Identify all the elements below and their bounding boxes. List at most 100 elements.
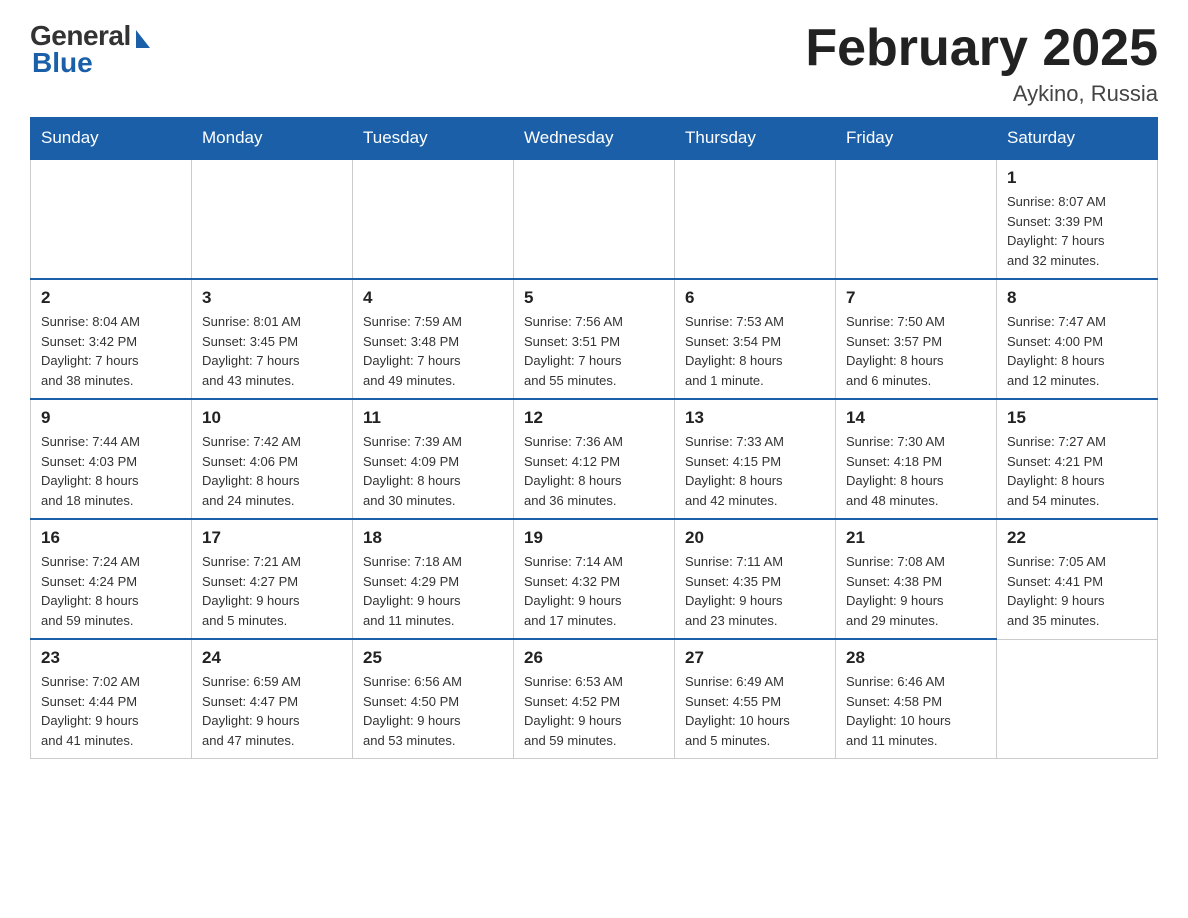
day-info: Sunrise: 7:44 AM Sunset: 4:03 PM Dayligh…: [41, 432, 181, 510]
calendar-cell: [675, 159, 836, 279]
day-info: Sunrise: 7:50 AM Sunset: 3:57 PM Dayligh…: [846, 312, 986, 390]
day-info: Sunrise: 7:27 AM Sunset: 4:21 PM Dayligh…: [1007, 432, 1147, 510]
calendar-week-4: 16 Sunrise: 7:24 AM Sunset: 4:24 PM Dayli…: [31, 519, 1158, 639]
calendar-cell: 22 Sunrise: 7:05 AM Sunset: 4:41 PM Dayli…: [997, 519, 1158, 639]
calendar-cell: 19 Sunrise: 7:14 AM Sunset: 4:32 PM Dayli…: [514, 519, 675, 639]
day-info: Sunrise: 7:42 AM Sunset: 4:06 PM Dayligh…: [202, 432, 342, 510]
logo-arrow-icon: [136, 30, 150, 48]
day-info: Sunrise: 7:53 AM Sunset: 3:54 PM Dayligh…: [685, 312, 825, 390]
calendar-cell: 3Sunrise: 8:01 AM Sunset: 3:45 PM Daylig…: [192, 279, 353, 399]
calendar-cell: 2 Sunrise: 8:04 AM Sunset: 3:42 PM Daylig…: [31, 279, 192, 399]
calendar-cell: 11 Sunrise: 7:39 AM Sunset: 4:09 PM Dayli…: [353, 399, 514, 519]
calendar-cell: [997, 639, 1158, 759]
day-info: Sunrise: 7:08 AM Sunset: 4:38 PM Dayligh…: [846, 552, 986, 630]
calendar-week-1: 1Sunrise: 8:07 AM Sunset: 3:39 PM Daylig…: [31, 159, 1158, 279]
day-info: Sunrise: 7:21 AM Sunset: 4:27 PM Dayligh…: [202, 552, 342, 630]
calendar-cell: 9 Sunrise: 7:44 AM Sunset: 4:03 PM Daylig…: [31, 399, 192, 519]
weekday-header-thursday: Thursday: [675, 118, 836, 160]
calendar-cell: [31, 159, 192, 279]
calendar-cell: 21 Sunrise: 7:08 AM Sunset: 4:38 PM Dayli…: [836, 519, 997, 639]
calendar-cell: 12 Sunrise: 7:36 AM Sunset: 4:12 PM Dayli…: [514, 399, 675, 519]
day-info: Sunrise: 7:56 AM Sunset: 3:51 PM Dayligh…: [524, 312, 664, 390]
day-info: Sunrise: 7:30 AM Sunset: 4:18 PM Dayligh…: [846, 432, 986, 510]
day-info: Sunrise: 7:39 AM Sunset: 4:09 PM Dayligh…: [363, 432, 503, 510]
weekday-header-sunday: Sunday: [31, 118, 192, 160]
calendar-cell: [836, 159, 997, 279]
day-info: Sunrise: 6:56 AM Sunset: 4:50 PM Dayligh…: [363, 672, 503, 750]
weekday-header-row: SundayMondayTuesdayWednesdayThursdayFrid…: [31, 118, 1158, 160]
calendar-cell: 13 Sunrise: 7:33 AM Sunset: 4:15 PM Dayli…: [675, 399, 836, 519]
day-info: Sunrise: 8:04 AM Sunset: 3:42 PM Dayligh…: [41, 312, 181, 390]
weekday-header-tuesday: Tuesday: [353, 118, 514, 160]
day-number: 8: [1007, 288, 1147, 308]
day-number: 4: [363, 288, 503, 308]
day-info: Sunrise: 7:33 AM Sunset: 4:15 PM Dayligh…: [685, 432, 825, 510]
day-info: Sunrise: 7:14 AM Sunset: 4:32 PM Dayligh…: [524, 552, 664, 630]
location: Aykino, Russia: [805, 81, 1158, 107]
day-number: 18: [363, 528, 503, 548]
day-number: 15: [1007, 408, 1147, 428]
calendar-cell: 4 Sunrise: 7:59 AM Sunset: 3:48 PM Daylig…: [353, 279, 514, 399]
day-number: 21: [846, 528, 986, 548]
calendar-cell: 15 Sunrise: 7:27 AM Sunset: 4:21 PM Dayli…: [997, 399, 1158, 519]
calendar-week-5: 23 Sunrise: 7:02 AM Sunset: 4:44 PM Dayli…: [31, 639, 1158, 759]
day-number: 24: [202, 648, 342, 668]
calendar-cell: [353, 159, 514, 279]
day-number: 23: [41, 648, 181, 668]
calendar-cell: 24 Sunrise: 6:59 AM Sunset: 4:47 PM Dayli…: [192, 639, 353, 759]
day-info: Sunrise: 6:46 AM Sunset: 4:58 PM Dayligh…: [846, 672, 986, 750]
day-number: 26: [524, 648, 664, 668]
day-number: 19: [524, 528, 664, 548]
calendar-cell: 23 Sunrise: 7:02 AM Sunset: 4:44 PM Dayli…: [31, 639, 192, 759]
day-number: 17: [202, 528, 342, 548]
day-info: Sunrise: 7:05 AM Sunset: 4:41 PM Dayligh…: [1007, 552, 1147, 630]
logo: General Blue: [30, 20, 150, 79]
calendar-cell: 28 Sunrise: 6:46 AM Sunset: 4:58 PM Dayli…: [836, 639, 997, 759]
weekday-header-wednesday: Wednesday: [514, 118, 675, 160]
day-info: Sunrise: 7:59 AM Sunset: 3:48 PM Dayligh…: [363, 312, 503, 390]
page-header: General Blue February 2025 Aykino, Russi…: [30, 20, 1158, 107]
day-info: Sunrise: 7:36 AM Sunset: 4:12 PM Dayligh…: [524, 432, 664, 510]
day-info: Sunrise: 6:49 AM Sunset: 4:55 PM Dayligh…: [685, 672, 825, 750]
day-number: 14: [846, 408, 986, 428]
day-number: 28: [846, 648, 986, 668]
calendar-cell: 18Sunrise: 7:18 AM Sunset: 4:29 PM Dayli…: [353, 519, 514, 639]
day-number: 16: [41, 528, 181, 548]
day-number: 11: [363, 408, 503, 428]
day-info: Sunrise: 7:47 AM Sunset: 4:00 PM Dayligh…: [1007, 312, 1147, 390]
day-number: 9: [41, 408, 181, 428]
calendar-week-3: 9 Sunrise: 7:44 AM Sunset: 4:03 PM Daylig…: [31, 399, 1158, 519]
day-number: 2: [41, 288, 181, 308]
day-number: 20: [685, 528, 825, 548]
calendar-cell: 14 Sunrise: 7:30 AM Sunset: 4:18 PM Dayli…: [836, 399, 997, 519]
day-number: 13: [685, 408, 825, 428]
calendar-table: SundayMondayTuesdayWednesdayThursdayFrid…: [30, 117, 1158, 759]
day-info: Sunrise: 7:11 AM Sunset: 4:35 PM Dayligh…: [685, 552, 825, 630]
month-title: February 2025: [805, 20, 1158, 77]
calendar-cell: 27Sunrise: 6:49 AM Sunset: 4:55 PM Dayli…: [675, 639, 836, 759]
day-info: Sunrise: 7:02 AM Sunset: 4:44 PM Dayligh…: [41, 672, 181, 750]
calendar-cell: 1Sunrise: 8:07 AM Sunset: 3:39 PM Daylig…: [997, 159, 1158, 279]
day-number: 7: [846, 288, 986, 308]
calendar-cell: 17 Sunrise: 7:21 AM Sunset: 4:27 PM Dayli…: [192, 519, 353, 639]
calendar-cell: 8 Sunrise: 7:47 AM Sunset: 4:00 PM Daylig…: [997, 279, 1158, 399]
day-info: Sunrise: 8:07 AM Sunset: 3:39 PM Dayligh…: [1007, 192, 1147, 270]
day-number: 12: [524, 408, 664, 428]
calendar-cell: 16 Sunrise: 7:24 AM Sunset: 4:24 PM Dayli…: [31, 519, 192, 639]
calendar-cell: 7 Sunrise: 7:50 AM Sunset: 3:57 PM Daylig…: [836, 279, 997, 399]
day-number: 22: [1007, 528, 1147, 548]
weekday-header-friday: Friday: [836, 118, 997, 160]
day-number: 10: [202, 408, 342, 428]
calendar-cell: 26 Sunrise: 6:53 AM Sunset: 4:52 PM Dayli…: [514, 639, 675, 759]
calendar-cell: 10 Sunrise: 7:42 AM Sunset: 4:06 PM Dayli…: [192, 399, 353, 519]
calendar-cell: 5Sunrise: 7:56 AM Sunset: 3:51 PM Daylig…: [514, 279, 675, 399]
calendar-cell: 25Sunrise: 6:56 AM Sunset: 4:50 PM Dayli…: [353, 639, 514, 759]
day-info: Sunrise: 8:01 AM Sunset: 3:45 PM Dayligh…: [202, 312, 342, 390]
weekday-header-monday: Monday: [192, 118, 353, 160]
title-section: February 2025 Aykino, Russia: [805, 20, 1158, 107]
day-info: Sunrise: 6:59 AM Sunset: 4:47 PM Dayligh…: [202, 672, 342, 750]
calendar-cell: 6 Sunrise: 7:53 AM Sunset: 3:54 PM Daylig…: [675, 279, 836, 399]
day-info: Sunrise: 6:53 AM Sunset: 4:52 PM Dayligh…: [524, 672, 664, 750]
day-number: 6: [685, 288, 825, 308]
day-info: Sunrise: 7:24 AM Sunset: 4:24 PM Dayligh…: [41, 552, 181, 630]
